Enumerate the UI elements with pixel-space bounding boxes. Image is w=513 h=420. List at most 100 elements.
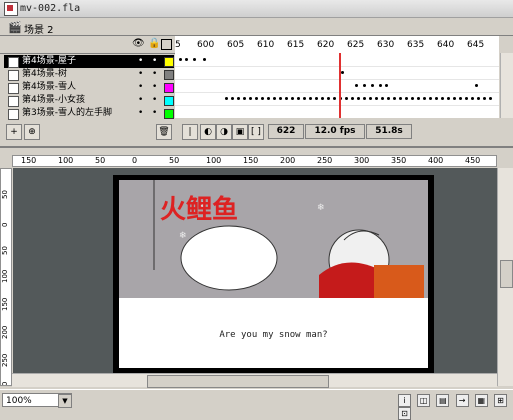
frame-ruler-tick: 620 (317, 40, 335, 50)
watermark-text: 火鲤鱼 (160, 195, 238, 225)
frame-ruler-tick: 600 (197, 40, 215, 50)
frame-ruler-tick: 625 (347, 40, 365, 50)
lock-dot[interactable]: • (152, 55, 157, 68)
eye-icon[interactable]: 👁 (132, 39, 145, 49)
lock-dot[interactable]: • (152, 81, 157, 94)
horizontal-ruler-tick: 150 (243, 156, 259, 165)
window-title: mv-002.fla (20, 3, 81, 14)
actions-panel-icon[interactable]: → (455, 394, 469, 407)
library-panel-icon[interactable]: ▤ (436, 394, 450, 407)
onion-outline-icon[interactable]: ◑ (216, 124, 232, 140)
visibility-dot[interactable]: • (138, 55, 143, 68)
vertical-ruler-tick: 250 (1, 353, 9, 367)
horizontal-ruler-tick: 400 (428, 156, 444, 165)
layer-name: 第4场景-雪人 (22, 82, 76, 92)
outline-color-swatch[interactable] (164, 109, 174, 119)
horizontal-ruler-tick: 250 (317, 156, 333, 165)
add-layer-icon[interactable]: + (6, 124, 22, 140)
horizontal-ruler-tick: 50 (169, 156, 180, 165)
layer-name: 第4场景-屋子 (22, 56, 76, 66)
status-bar: 100% ▼ i ◫ ▤ → ▦ ⊞ ⊡ (0, 389, 513, 420)
panel-launcher-icons: i ◫ ▤ → ▦ ⊞ ⊡ (395, 394, 513, 420)
layer-icon (8, 57, 19, 68)
outline-color-swatch[interactable] (164, 57, 174, 67)
lock-dot[interactable]: • (152, 94, 157, 107)
outline-color-swatch[interactable] (164, 83, 174, 93)
layer-icon (8, 96, 19, 107)
frame-rate: 12.0 fps (305, 124, 365, 139)
layer-row[interactable]: 第4场景-小女孩 • • (4, 94, 174, 107)
center-frame-icon[interactable]: | (182, 124, 198, 140)
frame-ruler-tick: 605 (227, 40, 245, 50)
onion-markers-icon[interactable]: [ ] (248, 124, 264, 140)
watermark-logo: 火鲤鱼 (150, 188, 310, 228)
horizontal-ruler-tick: 450 (465, 156, 481, 165)
elapsed-time: 51.8s (366, 124, 412, 139)
layer-name: 第4场景-小女孩 (22, 95, 85, 105)
frame-ruler-tick: 615 (287, 40, 305, 50)
chevron-down-icon[interactable]: ▼ (58, 394, 72, 408)
vertical-ruler-tick: 50 (1, 246, 9, 255)
visibility-dot[interactable]: • (138, 107, 143, 120)
layer-icon (8, 109, 19, 120)
outline-icon[interactable] (161, 39, 172, 50)
trash-icon[interactable]: 🗑 (156, 124, 172, 140)
frame-ruler-tick: 610 (257, 40, 275, 50)
stage-horizontal-scrollbar[interactable] (12, 373, 497, 388)
visibility-dot[interactable]: • (138, 94, 143, 107)
caption-text: Are you my snow man? (219, 330, 328, 340)
vertical-ruler-tick: 100 (1, 269, 9, 283)
frame-ruler-tick: 640 (437, 40, 455, 50)
layer-row[interactable]: 第4场景-树 • • (4, 68, 174, 81)
layer-row[interactable]: 第4场景-雪人 • • (4, 81, 174, 94)
horizontal-ruler-tick: 350 (391, 156, 407, 165)
horizontal-ruler-tick: 0 (132, 156, 138, 165)
playhead-line (339, 53, 341, 118)
layer-row[interactable]: 第3场景-雪人的左手脚 • • (4, 107, 174, 120)
current-frame: 622 (268, 124, 304, 139)
scene-label[interactable]: 场景 2 (24, 21, 54, 36)
horizontal-ruler-tick: 50 (95, 156, 106, 165)
info-panel-icon[interactable]: i (398, 394, 411, 407)
frame-ruler-tick: 635 (407, 40, 425, 50)
vertical-ruler-tick: 290 (1, 382, 9, 385)
visibility-dot[interactable]: • (138, 68, 143, 81)
layer-icon (8, 70, 19, 81)
window-titlebar: mv-002.fla (0, 0, 513, 18)
scene-panel-icon[interactable]: ◫ (417, 394, 431, 407)
outline-color-swatch[interactable] (164, 70, 174, 80)
scene-bar: 🎬 场景 2 (0, 18, 513, 36)
align-panel-icon[interactable]: ⊞ (493, 394, 507, 407)
frame-ruler-tick: 630 (377, 40, 395, 50)
horizontal-ruler-tick: 150 (21, 156, 37, 165)
vertical-ruler-tick: 0 (1, 222, 9, 227)
timeline-scrollbar[interactable] (500, 53, 513, 118)
components-panel-icon[interactable]: ▦ (474, 394, 488, 407)
layer-row[interactable]: 第4场景-屋子 • • (4, 55, 174, 68)
frame-ruler[interactable]: 5 600 605 610 615 620 625 630 635 640 645 (175, 36, 499, 54)
lock-dot[interactable]: • (152, 68, 157, 81)
visibility-dot[interactable]: • (138, 81, 143, 94)
add-guide-icon[interactable]: ⊕ (24, 124, 40, 140)
transform-panel-icon[interactable]: ⊡ (398, 407, 411, 420)
onion-skin-icon[interactable]: ◐ (200, 124, 216, 140)
caption-area: Are you my snow man? (119, 298, 428, 368)
frame-ruler-tick: 645 (467, 40, 485, 50)
horizontal-ruler-tick: 100 (58, 156, 74, 165)
layer-name: 第3场景-雪人的左手脚 (22, 108, 112, 118)
edit-multiple-icon[interactable]: ▣ (232, 124, 248, 140)
horizontal-ruler-tick: 100 (206, 156, 222, 165)
svg-text:❄: ❄ (179, 231, 187, 241)
layers-header: 👁 🔒 (0, 36, 175, 54)
vertical-ruler-tick: 150 (1, 297, 9, 311)
stage-vertical-scrollbar[interactable] (497, 168, 513, 386)
vertical-ruler-tick: 50 (1, 190, 9, 199)
svg-text:❄: ❄ (317, 203, 325, 213)
vertical-ruler: 50 0 50 100 150 200 250 290 (0, 168, 12, 386)
lock-icon[interactable]: 🔒 (148, 39, 160, 49)
scene-icon[interactable]: 🎬 (8, 21, 22, 34)
outline-color-swatch[interactable] (164, 96, 174, 106)
lock-dot[interactable]: • (152, 107, 157, 120)
frame-ruler-tick: 5 (175, 40, 181, 50)
frame-grid[interactable] (175, 53, 499, 118)
